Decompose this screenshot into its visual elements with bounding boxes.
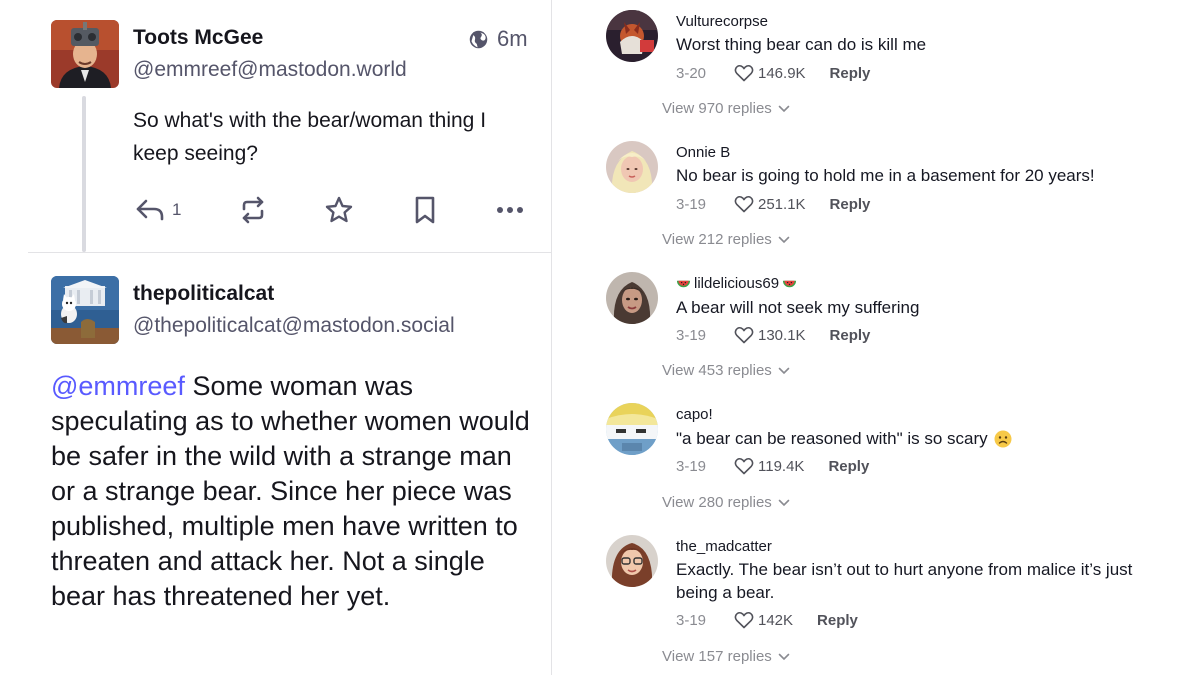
like-button[interactable]: 146.9K [734,64,806,82]
like-count: 251.1K [758,195,806,213]
bookmark-button[interactable] [412,192,438,228]
chevron-down-icon [778,236,790,243]
comment-text: No bear is going to hold me in a basemen… [676,166,1095,185]
comment-date: 3-19 [676,195,707,213]
author-name[interactable]: Toots McGee [133,26,263,50]
like-button[interactable]: 251.1K [734,195,806,213]
comment-username[interactable]: lildelicious69 [676,275,797,292]
more-button[interactable] [496,192,524,228]
avatar[interactable] [606,403,658,455]
view-replies-button[interactable]: View 970 replies [662,100,790,117]
post-timestamp[interactable]: 6m [468,26,528,52]
view-replies-text: View 212 replies [662,231,772,248]
like-button[interactable]: 130.1K [734,326,806,344]
frowning-face-icon [994,430,1012,447]
reply-button[interactable]: Reply [817,612,858,629]
comment-username[interactable]: Onnie B [676,144,730,161]
view-replies-text: View 453 replies [662,362,772,379]
thread-line [82,96,86,252]
author-name[interactable]: thepoliticalcat [133,282,274,306]
comment-meta: 3-19 251.1K Reply [676,193,870,215]
username-text: Onnie B [676,144,731,161]
heart-icon [734,195,754,213]
reply-button[interactable]: Reply [828,458,869,475]
comment-text: "a bear can be reasoned with" is so scar… [676,427,1176,450]
comment-date: 3-19 [676,457,707,475]
comment-meta: 3-19 119.4K Reply [676,455,869,477]
timestamp-text: 6m [497,26,528,51]
comment-username[interactable]: Vulturecorpse [676,13,768,30]
comment-date: 3-20 [676,64,707,82]
comment-username[interactable]: the_madcatter [676,538,772,555]
reply-button[interactable]: Reply [830,196,871,213]
heart-icon [734,611,754,629]
avatar[interactable] [51,20,119,88]
avatar[interactable] [606,535,658,587]
chevron-down-icon [778,499,790,506]
reply-count: 1 [172,200,182,219]
chevron-down-icon [778,367,790,374]
favourite-button[interactable] [324,192,354,228]
author-handle[interactable]: @thepoliticalcat@mastodon.social [133,314,455,338]
post-actions: 1 [134,192,526,228]
like-count: 146.9K [758,64,806,82]
like-count: 119.4K [758,457,805,475]
globe-icon [469,30,488,48]
username-text: capo! [676,406,713,423]
comment-meta: 3-19 130.1K Reply [676,324,870,346]
mastodon-thread: Toots McGee @emmreef@mastodon.world 6m S… [0,0,552,675]
more-icon [497,207,523,213]
star-icon [325,196,353,223]
view-replies-button[interactable]: View 157 replies [662,648,790,665]
watermelon-icon [783,280,797,288]
comment-text-content: "a bear can be reasoned with" is so scar… [676,429,988,448]
boost-icon [242,196,264,224]
watermelon-icon [676,280,691,288]
like-button[interactable]: 142K [734,611,793,629]
username-text: lildelicious69 [694,275,780,292]
reply-button[interactable]: Reply [830,327,871,344]
avatar[interactable] [606,10,658,62]
bookmark-icon [415,196,435,224]
comment-text: Worst thing bear can do is kill me [676,35,927,54]
boost-button[interactable] [238,192,268,228]
view-replies-button[interactable]: View 212 replies [662,231,790,248]
heart-icon [734,457,754,475]
view-replies-button[interactable]: View 453 replies [662,362,790,379]
reply-icon [136,199,164,221]
post-content: So what's with the bear/woman thing I ke… [133,109,487,165]
post-content: @emmreef Some woman was speculating as t… [51,369,531,614]
comment-date: 3-19 [676,326,707,344]
divider [28,252,552,253]
comment-meta: 3-20 146.9K Reply [676,62,870,84]
reply-button[interactable]: Reply [830,65,871,82]
view-replies-text: View 280 replies [662,494,772,511]
comment-date: 3-19 [676,611,707,629]
mention-link[interactable]: @emmreef [51,371,185,401]
chevron-down-icon [778,105,790,112]
view-replies-text: View 970 replies [662,100,772,117]
like-count: 142K [758,611,794,629]
like-count: 130.1K [758,326,806,344]
reply-button[interactable]: 1 [134,192,181,228]
post-text: Some woman was speculating as to whether… [51,371,530,611]
avatar[interactable] [606,141,658,193]
like-button[interactable]: 119.4K [734,457,804,475]
username-text: the_madcatter [676,538,772,555]
heart-icon [734,326,754,344]
avatar[interactable] [606,272,658,324]
panel-divider [551,0,552,675]
comment-username[interactable]: capo! [676,406,713,423]
view-replies-text: View 157 replies [662,648,772,665]
comment-meta: 3-19 142K Reply [676,609,858,631]
comment-text: A bear will not seek my suffering [676,298,920,317]
heart-icon [734,64,754,82]
view-replies-button[interactable]: View 280 replies [662,494,790,511]
chevron-down-icon [778,653,790,660]
author-handle[interactable]: @emmreef@mastodon.world [133,58,407,82]
comment-text: Exactly. The bear isn’t out to hurt anyo… [676,560,1133,602]
avatar[interactable] [51,276,119,344]
username-text: Vulturecorpse [676,13,768,30]
